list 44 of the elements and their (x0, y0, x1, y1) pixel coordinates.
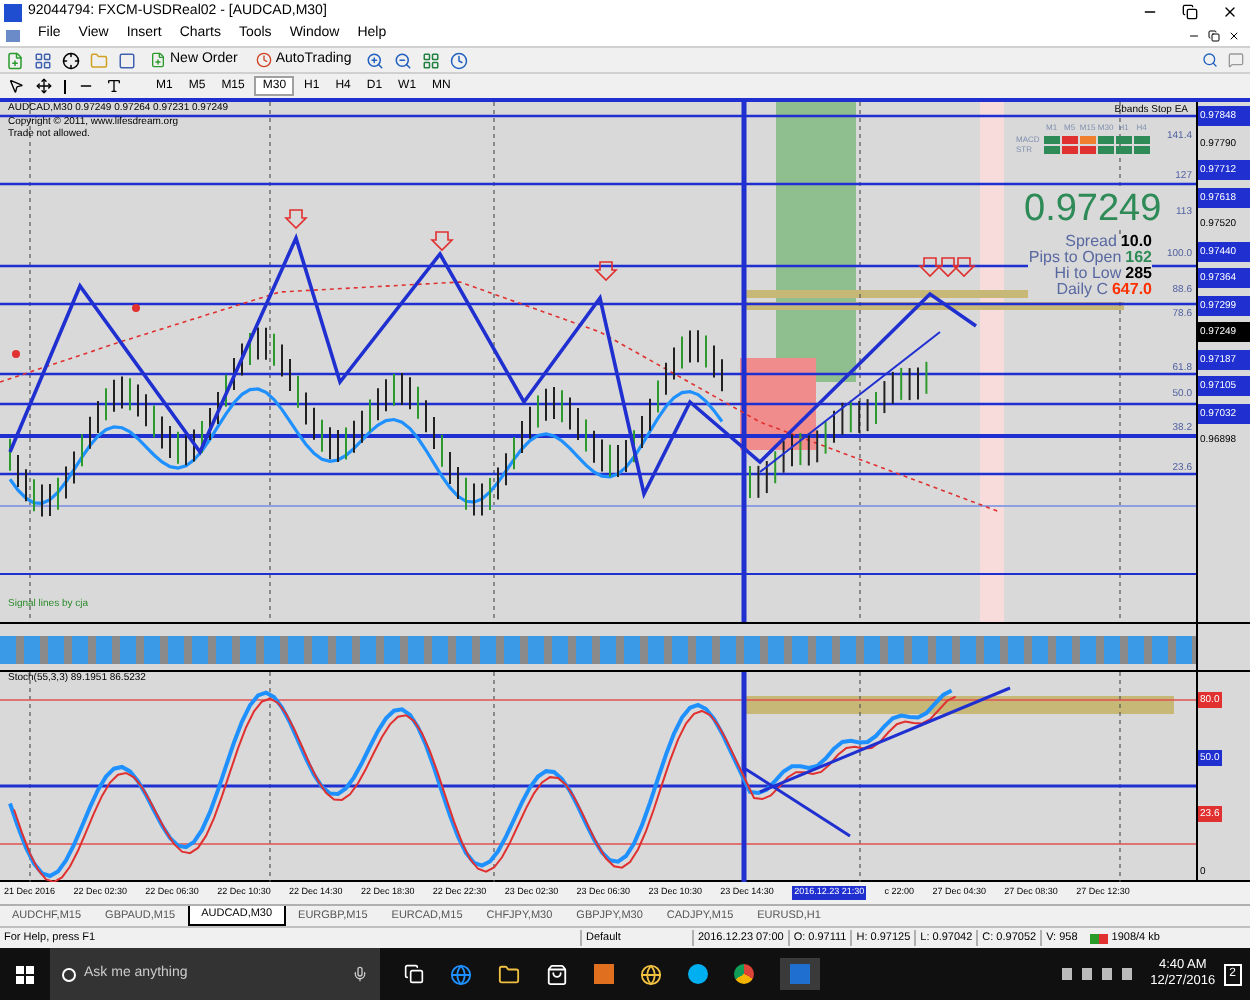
vertical-line-icon[interactable] (64, 79, 66, 93)
current-price: 0.97249 (1024, 190, 1162, 228)
tile-windows-icon[interactable] (421, 51, 440, 69)
zoom-in-icon[interactable] (365, 51, 384, 69)
app-logo-icon (4, 3, 22, 21)
folder-icon[interactable] (498, 963, 520, 985)
chart-menu-icon[interactable] (6, 29, 20, 41)
window-icon[interactable] (118, 51, 136, 69)
windows-start-icon[interactable] (16, 965, 34, 983)
down-arrow-icon (284, 209, 308, 230)
task-view-icon[interactable] (404, 964, 424, 984)
new-chart-icon[interactable] (6, 51, 24, 69)
signal-dot (12, 350, 20, 358)
down-arrow-icon (918, 257, 942, 278)
signal-dot (132, 304, 140, 312)
stat-value: 285 (1125, 266, 1152, 282)
connection-icon (1089, 933, 1108, 943)
zoom-out-icon[interactable] (393, 51, 412, 69)
down-arrow-icon (952, 257, 976, 278)
chat-app-icon[interactable] (688, 964, 708, 984)
cursor-icon[interactable] (8, 78, 24, 94)
stat-value: 647.0 (1111, 282, 1152, 298)
stat-value: 162 (1125, 250, 1152, 266)
stat-value: 10.0 (1120, 234, 1152, 250)
down-arrow-icon (430, 231, 454, 252)
search-icon[interactable] (1202, 52, 1218, 68)
restore-icon[interactable] (1182, 4, 1198, 20)
microphone-icon (352, 966, 368, 982)
stat-label: Daily C (1056, 282, 1108, 298)
stat-label: Pips to Open (1028, 250, 1122, 266)
cortana-icon (62, 967, 76, 981)
stat-label: Spread (1065, 234, 1117, 250)
order-icon (150, 52, 166, 68)
profiles-icon[interactable] (34, 51, 52, 69)
close-icon[interactable] (1228, 29, 1240, 41)
down-arrow-icon (936, 257, 960, 278)
auto-trading-icon (255, 52, 272, 68)
stat-label: Hi to Low (1054, 266, 1122, 282)
close-icon[interactable] (1222, 4, 1238, 20)
periods-icon[interactable] (449, 51, 468, 69)
down-arrow-icon (594, 261, 618, 282)
text-icon[interactable] (106, 78, 122, 94)
restore-icon[interactable] (1208, 29, 1220, 41)
store-icon[interactable] (546, 963, 568, 985)
